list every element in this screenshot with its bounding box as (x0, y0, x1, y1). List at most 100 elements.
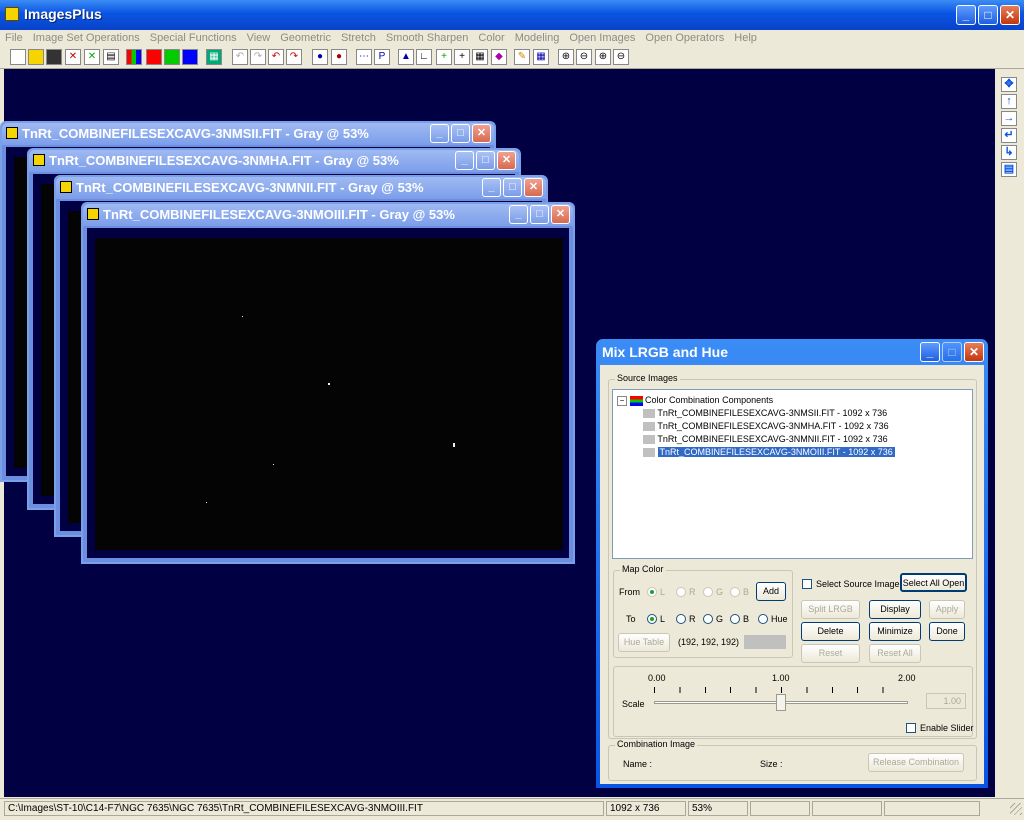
to-radio-b[interactable] (730, 614, 740, 624)
hue-table-button[interactable]: Hue Table (618, 633, 670, 652)
maximize-button[interactable]: □ (451, 124, 470, 143)
menu-modeling[interactable]: Modeling (510, 30, 565, 46)
move-icon[interactable]: ✥ (1001, 77, 1017, 92)
close-image-icon[interactable]: ✕ (65, 49, 81, 65)
menu-help[interactable]: Help (729, 30, 762, 46)
image-window-oiii[interactable]: TnRt_COMBINEFILESEXCAVG-3NMOIII.FIT - Gr… (81, 202, 575, 564)
maximize-button[interactable]: □ (503, 178, 522, 197)
image-canvas[interactable] (95, 238, 563, 550)
apply-button[interactable]: Apply (929, 600, 965, 619)
curve-icon[interactable]: ∟ (416, 49, 432, 65)
calculator-icon[interactable]: ▦ (472, 49, 488, 65)
save-icon[interactable] (46, 49, 62, 65)
slider-thumb[interactable] (776, 694, 786, 711)
scale-value-field[interactable]: 1.00 (926, 693, 966, 709)
image-window-titlebar[interactable]: TnRt_COMBINEFILESEXCAVG-3NMOIII.FIT - Gr… (83, 204, 573, 226)
pencil-icon[interactable]: ✎ (514, 49, 530, 65)
color-picker-icon[interactable]: ◆ (491, 49, 507, 65)
arrow-return-left-icon[interactable]: ↵ (1001, 128, 1017, 143)
red-channel-icon[interactable] (146, 49, 162, 65)
menu-view[interactable]: View (242, 30, 276, 46)
menu-special-functions[interactable]: Special Functions (145, 30, 242, 46)
enable-slider-checkbox[interactable] (906, 723, 916, 733)
crosshair-icon[interactable]: + (436, 49, 452, 65)
minimize-button[interactable]: _ (430, 124, 449, 143)
zoom-fit-icon[interactable]: ⊕ (595, 49, 611, 65)
tree-root[interactable]: − Color Combination Components (617, 395, 773, 406)
reset-all-button[interactable]: Reset All (869, 644, 921, 663)
grid-view-icon[interactable]: ▦ (533, 49, 549, 65)
menu-open-images[interactable]: Open Images (564, 30, 640, 46)
reset-button[interactable]: Reset (801, 644, 860, 663)
zoom-in-icon[interactable]: ⊕ (558, 49, 574, 65)
select-all-open-button[interactable]: Select All Open (900, 573, 967, 592)
arrow-right-icon[interactable]: → (1001, 111, 1017, 126)
add-button[interactable]: Add (756, 582, 786, 601)
collapse-icon[interactable]: − (617, 395, 627, 406)
close-button[interactable]: ✕ (472, 124, 491, 143)
minimize-button[interactable]: _ (482, 178, 501, 197)
blue-channel-icon[interactable] (182, 49, 198, 65)
menu-stretch[interactable]: Stretch (336, 30, 381, 46)
minimize-button[interactable]: _ (956, 5, 976, 25)
to-radio-g[interactable] (703, 614, 713, 624)
maximize-button[interactable]: □ (530, 205, 549, 224)
select-source-checkbox[interactable] (802, 579, 812, 589)
open-folder-icon[interactable] (28, 49, 44, 65)
tree-item-ha[interactable]: TnRt_COMBINEFILESEXCAVG-3NMHA.FIT - 1092… (643, 421, 889, 432)
close-all-icon[interactable]: ✕ (84, 49, 100, 65)
minimize-button[interactable]: _ (509, 205, 528, 224)
zoom-actual-icon[interactable]: ⊖ (613, 49, 629, 65)
resize-grip-icon[interactable] (1010, 803, 1022, 815)
redo-icon[interactable]: ↷ (286, 49, 302, 65)
from-radio-g[interactable] (703, 587, 713, 597)
zoom-out-icon[interactable]: ⊖ (576, 49, 592, 65)
from-radio-b[interactable] (730, 587, 740, 597)
dialog-minimize-button[interactable]: _ (920, 342, 940, 362)
grid-icon[interactable]: ▦ (206, 49, 222, 65)
tree-item-nii[interactable]: TnRt_COMBINEFILESEXCAVG-3NMNII.FIT - 109… (643, 434, 888, 445)
arrow-up-icon[interactable]: ↑ (1001, 94, 1017, 109)
minimize-dialog-button[interactable]: Minimize (869, 622, 921, 641)
redo-disabled-icon[interactable]: ↷ (250, 49, 266, 65)
close-button[interactable]: ✕ (1000, 5, 1020, 25)
undo-disabled-icon[interactable]: ↶ (232, 49, 248, 65)
maximize-button[interactable]: □ (978, 5, 998, 25)
image-window-titlebar[interactable]: TnRt_COMBINEFILESEXCAVG-3NMNII.FIT - Gra… (56, 177, 546, 199)
points-p-icon[interactable]: P (374, 49, 390, 65)
maximize-button[interactable]: □ (476, 151, 495, 170)
tree-item-sii[interactable]: TnRt_COMBINEFILESEXCAVG-3NMSII.FIT - 109… (643, 408, 887, 419)
histogram-icon[interactable]: ▲ (398, 49, 414, 65)
print-icon[interactable]: ▤ (103, 49, 119, 65)
done-button[interactable]: Done (929, 622, 965, 641)
image-window-titlebar[interactable]: TnRt_COMBINEFILESEXCAVG-3NMHA.FIT - Gray… (29, 150, 519, 172)
image-window-titlebar[interactable]: TnRt_COMBINEFILESEXCAVG-3NMSII.FIT - Gra… (2, 123, 494, 145)
menu-open-operators[interactable]: Open Operators (640, 30, 729, 46)
rgb-channels-icon[interactable] (126, 49, 142, 65)
menu-image-set-operations[interactable]: Image Set Operations (28, 30, 145, 46)
undo-icon[interactable]: ↶ (268, 49, 284, 65)
green-channel-icon[interactable] (164, 49, 180, 65)
to-radio-r[interactable] (676, 614, 686, 624)
delete-button[interactable]: Delete (801, 622, 860, 641)
dialog-maximize-button[interactable]: □ (942, 342, 962, 362)
minimize-button[interactable]: _ (455, 151, 474, 170)
point-alt-icon[interactable]: ● (331, 49, 347, 65)
close-button[interactable]: ✕ (551, 205, 570, 224)
menu-geometric[interactable]: Geometric (275, 30, 336, 46)
to-radio-hue[interactable] (758, 614, 768, 624)
source-tree[interactable]: − Color Combination Components TnRt_COMB… (612, 389, 973, 559)
from-radio-r[interactable] (676, 587, 686, 597)
from-radio-l[interactable] (647, 587, 657, 597)
dialog-close-button[interactable]: ✕ (964, 342, 984, 362)
menu-file[interactable]: File (0, 30, 28, 46)
point-icon[interactable]: ● (312, 49, 328, 65)
display-button[interactable]: Display (869, 600, 921, 619)
to-radio-l[interactable] (647, 614, 657, 624)
menu-color[interactable]: Color (473, 30, 509, 46)
release-combination-button[interactable]: Release Combination (868, 753, 964, 772)
page-icon[interactable]: ▤ (1001, 162, 1017, 177)
arrow-return-right-icon[interactable]: ↳ (1001, 145, 1017, 160)
split-lrgb-button[interactable]: Split LRGB (801, 600, 860, 619)
tree-item-oiii[interactable]: TnRt_COMBINEFILESEXCAVG-3NMOIII.FIT - 10… (643, 447, 895, 458)
